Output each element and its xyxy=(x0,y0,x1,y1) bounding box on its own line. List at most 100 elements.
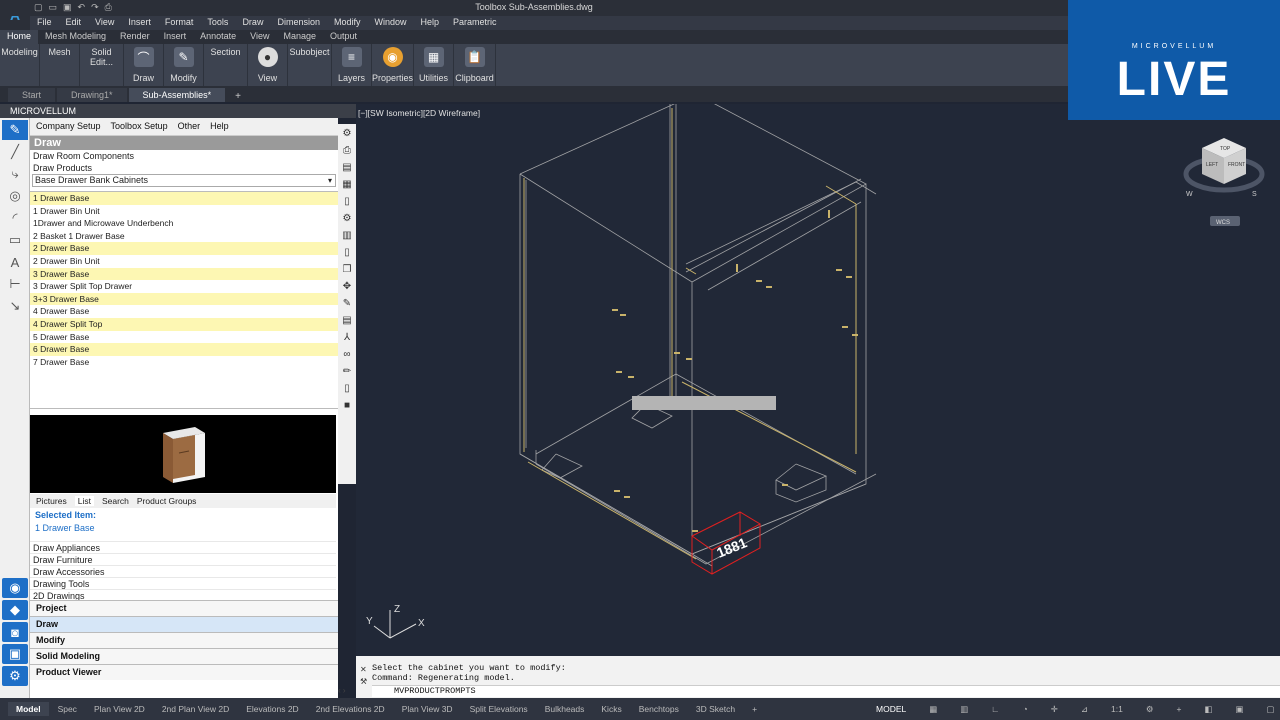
annotation-scale[interactable]: 1:1 xyxy=(1103,702,1131,716)
new-tab-icon[interactable]: + xyxy=(227,91,249,102)
product-item[interactable]: 4 Drawer Base xyxy=(30,305,338,318)
menu-format[interactable]: Format xyxy=(158,16,201,30)
tab-home[interactable]: Home xyxy=(0,30,39,44)
text-icon[interactable]: A xyxy=(2,252,28,272)
menu-help[interactable]: Help xyxy=(414,16,447,30)
layout-tab-model[interactable]: Model xyxy=(8,702,49,716)
layout-tab-plan-view-3d[interactable]: Plan View 3D xyxy=(394,702,461,716)
link-icon[interactable]: ∞ xyxy=(340,348,354,362)
gear-icon[interactable]: ⚙ xyxy=(2,666,28,686)
osnap-toggle-icon[interactable]: ✛ xyxy=(1043,702,1066,717)
ribbon-view[interactable]: ● View xyxy=(248,44,288,86)
product-item[interactable]: 1 Drawer Bin Unit xyxy=(30,205,338,218)
ribbon-modify[interactable]: ✎ Modify xyxy=(164,44,204,86)
ribbon-clipboard[interactable]: 📋 Clipboard xyxy=(454,44,496,86)
product-item[interactable]: 5 Drawer Base xyxy=(30,331,338,344)
scroll-arrows-icon[interactable]: ‹ › xyxy=(338,686,346,695)
ribbon-modeling[interactable]: Modeling xyxy=(0,44,40,86)
menu-modify[interactable]: Modify xyxy=(327,16,368,30)
drawing-tools[interactable]: Drawing Tools xyxy=(30,577,336,589)
layout-tab-split-elevations[interactable]: Split Elevations xyxy=(462,702,536,716)
menu-palette-help[interactable]: Help xyxy=(210,121,229,132)
file-tab-start[interactable]: Start xyxy=(8,88,56,102)
ribbon-draw[interactable]: ⌒ Draw xyxy=(124,44,164,86)
document-icon[interactable]: ▯ xyxy=(340,195,354,209)
pencil-icon[interactable]: ✎ xyxy=(2,120,28,140)
polyline-icon[interactable]: ⤷ xyxy=(2,164,28,184)
floppy-save-icon[interactable]: ■ xyxy=(340,399,354,413)
menu-tools[interactable]: Tools xyxy=(200,16,235,30)
fingerprint-icon[interactable]: ◉ xyxy=(2,578,28,598)
brush-icon[interactable]: ✎ xyxy=(340,297,354,311)
snap-toggle-icon[interactable]: ▥ xyxy=(952,702,976,717)
tab-list[interactable]: List xyxy=(74,496,94,506)
menu-parametric[interactable]: Parametric xyxy=(446,16,504,30)
product-item[interactable]: 2 Basket 1 Drawer Base xyxy=(30,230,338,243)
workspace-gear-icon[interactable]: ⚙ xyxy=(1138,702,1162,717)
settings-icon[interactable]: ⚙ xyxy=(340,127,354,141)
product-category-select[interactable]: Base Drawer Bank Cabinets ▾ xyxy=(32,174,336,187)
tab-render[interactable]: Render xyxy=(113,30,157,44)
move-icon[interactable]: ✥ xyxy=(340,280,354,294)
product-item[interactable]: 2 Drawer Base xyxy=(30,242,338,255)
file-tab-sub-assemblies[interactable]: Sub-Assemblies* xyxy=(128,88,226,102)
layout-tab-elevations-2d[interactable]: Elevations 2D xyxy=(238,702,306,716)
menu-view[interactable]: View xyxy=(88,16,121,30)
tab-product-groups[interactable]: Product Groups xyxy=(137,496,197,506)
layout-tab-kicks[interactable]: Kicks xyxy=(593,702,629,716)
printer-icon[interactable]: ⎙ xyxy=(340,144,354,158)
ribbon-layers[interactable]: ≡ Layers xyxy=(332,44,372,86)
ribbon-mesh[interactable]: Mesh xyxy=(40,44,80,86)
category-modify[interactable]: Modify xyxy=(30,632,338,648)
draw-furniture[interactable]: Draw Furniture xyxy=(30,553,336,565)
camera-icon[interactable]: ◙ xyxy=(2,622,28,642)
leader-icon[interactable]: ↘ xyxy=(2,296,28,316)
product-item[interactable]: 3+3 Drawer Base xyxy=(30,292,338,306)
product-item[interactable]: 3 Drawer Split Top Drawer xyxy=(30,280,338,293)
clean-screen-icon[interactable]: ▢ xyxy=(1259,702,1280,717)
product-item[interactable]: 7 Drawer Base xyxy=(30,356,338,369)
report-icon[interactable]: ▤ xyxy=(340,161,354,175)
axis-icon[interactable]: ⅄ xyxy=(340,331,354,345)
cube-icon[interactable]: ◆ xyxy=(2,600,28,620)
close-icon[interactable]: ✕ xyxy=(360,665,367,675)
menu-edit[interactable]: Edit xyxy=(59,16,89,30)
tab-output[interactable]: Output xyxy=(323,30,364,44)
layout-tab-plan-view-2d[interactable]: Plan View 2D xyxy=(86,702,153,716)
polar-toggle-icon[interactable]: ◔ xyxy=(1015,702,1036,716)
layout-tab-spec[interactable]: Spec xyxy=(50,702,85,716)
layout-tab-bulkheads[interactable]: Bulkheads xyxy=(537,702,593,716)
product-item[interactable]: 2 Drawer Bin Unit xyxy=(30,255,338,268)
ribbon-utilities[interactable]: ▦ Utilities xyxy=(414,44,454,86)
product-item[interactable]: 1Drawer and Microwave Underbench xyxy=(30,217,338,230)
layout-tab-3d-sketch[interactable]: 3D Sketch xyxy=(688,702,743,716)
draw-room-components[interactable]: Draw Room Components xyxy=(30,150,338,162)
model-space-toggle[interactable]: MODEL xyxy=(868,702,914,716)
menu-window[interactable]: Window xyxy=(368,16,414,30)
draw-products[interactable]: Draw Products xyxy=(30,162,338,174)
menu-dimension[interactable]: Dimension xyxy=(270,16,327,30)
category-project[interactable]: Project xyxy=(30,600,338,616)
layout-tab-2nd-plan-view-2d[interactable]: 2nd Plan View 2D xyxy=(154,702,237,716)
category-draw[interactable]: Draw xyxy=(30,616,338,632)
drawing-viewport[interactable]: [−][SW Isometric][2D Wireframe] 1881 Z Y… xyxy=(356,104,1280,656)
menu-toolbox-setup[interactable]: Toolbox Setup xyxy=(111,121,168,132)
category-solid-modeling[interactable]: Solid Modeling xyxy=(30,648,338,664)
menu-company-setup[interactable]: Company Setup xyxy=(36,121,101,132)
layout-tab-2nd-elevations-2d[interactable]: 2nd Elevations 2D xyxy=(308,702,393,716)
tab-annotate[interactable]: Annotate xyxy=(193,30,243,44)
lineweight-toggle-icon[interactable]: ⊿ xyxy=(1073,702,1096,717)
ortho-toggle-icon[interactable]: ∟ xyxy=(983,702,1007,716)
tab-search[interactable]: Search xyxy=(102,496,129,506)
ribbon-properties[interactable]: ◉ Properties xyxy=(372,44,414,86)
wrench-icon[interactable]: ⚒ xyxy=(360,677,367,687)
arc-icon[interactable]: ◜ xyxy=(2,208,28,228)
ribbon-section[interactable]: Section xyxy=(204,44,248,86)
menu-draw[interactable]: Draw xyxy=(235,16,270,30)
ribbon-subobject[interactable]: Subobject xyxy=(288,44,332,86)
view-cube[interactable]: TOP LEFT FRONT W S WCS xyxy=(1180,130,1270,230)
product-item[interactable]: 4 Drawer Split Top xyxy=(30,317,338,331)
file-icon[interactable]: ▯ xyxy=(340,382,354,396)
rectangle-icon[interactable]: ▭ xyxy=(2,230,28,250)
menu-insert[interactable]: Insert xyxy=(121,16,158,30)
